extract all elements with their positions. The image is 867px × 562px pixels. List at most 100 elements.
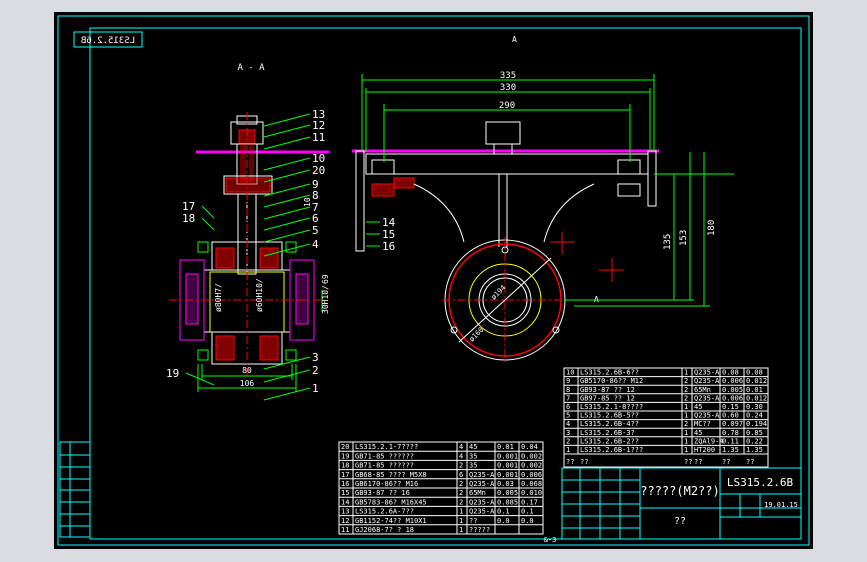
title-scale-note: 19.01.15 (764, 501, 798, 509)
bom-cell: 0.085 (497, 498, 518, 506)
bom-cell: 14 (341, 498, 349, 506)
bom-cell: GJ2068-7? ? 18 (355, 526, 414, 534)
bom-cell: LS315.2.6B-2?? (580, 437, 639, 445)
bom-cell: ?? (469, 517, 477, 525)
callout-leader (201, 205, 215, 219)
bom-cell: 11 (341, 526, 349, 534)
bom-cell: 0.012 (746, 394, 767, 402)
bom-cell: 1.35 (722, 446, 739, 454)
bom-cell: 10 (566, 369, 574, 377)
bom-cell: 2 (684, 377, 688, 385)
bom-cell: LS315.2.6A-7?? (355, 508, 414, 516)
revision-strip (59, 441, 91, 538)
dim-330: 330 (500, 83, 516, 93)
bom-cell: 0.01 (497, 443, 514, 451)
bom-cell: HT200 (694, 446, 715, 454)
bom-cell: Q235-A (694, 377, 720, 385)
bom-cell: 15 (341, 489, 349, 497)
callout-11: 11 (312, 131, 325, 144)
bom-cell: 0.85 (746, 429, 763, 437)
bom-cell: 16 (341, 480, 349, 488)
section-view (169, 112, 329, 377)
bom-cell: GB5783-86? M16X45 (355, 498, 427, 506)
page-label: &-3 (544, 536, 557, 544)
bom-cell: 45 (694, 429, 702, 437)
callout-leader (201, 217, 215, 231)
bom-header-cell: ?? (580, 458, 588, 466)
callout-20: 20 (312, 164, 325, 177)
bom-cell: 2 (684, 420, 688, 428)
bom-cell: 0.24 (746, 412, 763, 420)
bom-cell: 0.010 (521, 489, 542, 497)
bom-cell: 0.30 (746, 403, 763, 411)
callout-leader (185, 372, 215, 386)
callout-leader (263, 136, 311, 150)
dim-69: 69 (321, 274, 330, 284)
title-code: LS315.2.6B (727, 476, 794, 489)
dim-80: 80 (242, 366, 252, 375)
bom-cell: LS315.2.6B-5?? (580, 412, 639, 420)
bom-cell: 2 (459, 462, 463, 470)
callout-2: 2 (312, 364, 319, 377)
bom-cell: 2 (459, 498, 463, 506)
bom-cell: 0.194 (746, 420, 767, 428)
dim-180: 180 (707, 220, 717, 236)
section-label: A - A (237, 63, 265, 73)
bom-cell: 2 (459, 489, 463, 497)
bom-cell: Q235-A (469, 471, 495, 479)
bom-cell: 0.001 (497, 471, 518, 479)
bom-cell: Q235-A (694, 369, 720, 377)
bom-cell: 0.012 (746, 377, 767, 385)
bom-cell: 0.08 (746, 369, 763, 377)
bom-cell: 65Mn (469, 489, 486, 497)
bom-cell: GB71-85 ?????? (355, 462, 414, 470)
bom-cell: 1 (684, 369, 688, 377)
bom-cell: GB71-85 ?????? (355, 452, 414, 460)
title-bottom-cell: ?? (674, 516, 686, 527)
dim-135: 135 (663, 234, 673, 250)
dim-bore-80: ø80H7/ (214, 283, 223, 312)
callout-leader (263, 183, 311, 197)
bom-cell: 0.002 (521, 462, 542, 470)
callout-leader (263, 124, 311, 138)
bom-cell: 18 (341, 462, 349, 470)
bom-header-cell: ?? (722, 458, 730, 466)
bom-cell: 4 (459, 443, 463, 451)
bom-cell: 6 (459, 471, 463, 479)
callout-leader (263, 206, 311, 220)
front-dimensions (361, 74, 734, 307)
bom-cell: 8 (566, 386, 570, 394)
bom-header-cell: ?? (746, 458, 754, 466)
callout-leader (263, 157, 311, 171)
bom-cell: Q235-A (694, 394, 720, 402)
bom-cell: 0.15 (722, 403, 739, 411)
bom-cell: 0.001 (497, 452, 518, 460)
bom-cell: 2 (684, 394, 688, 402)
bom-cell: LS315.2.6B-3? (580, 429, 635, 437)
dim-290: 290 (499, 101, 515, 111)
bom-cell: 1 (459, 508, 463, 516)
bom-cell: Q235-A (469, 480, 495, 488)
bom-cell: 0.097 (722, 420, 743, 428)
bom-cell: 0.08 (722, 369, 739, 377)
bom-cell: LS315.2.6B-6?? (580, 369, 639, 377)
bom-cell: 7 (566, 394, 570, 402)
bom-cell: 0.068 (521, 480, 542, 488)
bom-upper-table: 10 LS315.2.6B-6?? 1 Q235-A 0.08 0.089 GB5170-8… (563, 367, 769, 468)
bom-cell: 0.60 (722, 412, 739, 420)
title-part-name: ?????(M2??) (640, 484, 719, 498)
bom-cell: Q235-A (469, 508, 495, 516)
bom-cell: 1 (566, 446, 570, 454)
bom-cell: ????? (469, 526, 490, 534)
bom-cell: 2 (459, 480, 463, 488)
bom-cell: 1 (684, 429, 688, 437)
bom-cell: 1 (684, 446, 688, 454)
callout-leader (263, 229, 311, 243)
bom-cell: 6 (566, 403, 570, 411)
bom-cell: LS315.2.6B-4?? (580, 420, 639, 428)
bom-cell: 2 (684, 386, 688, 394)
bom-cell: 1 (459, 517, 463, 525)
bom-cell: 17 (341, 471, 349, 479)
bom-cell: GB97-85 ?? 12 (580, 394, 635, 402)
bom-cell: 0.03 (497, 480, 514, 488)
